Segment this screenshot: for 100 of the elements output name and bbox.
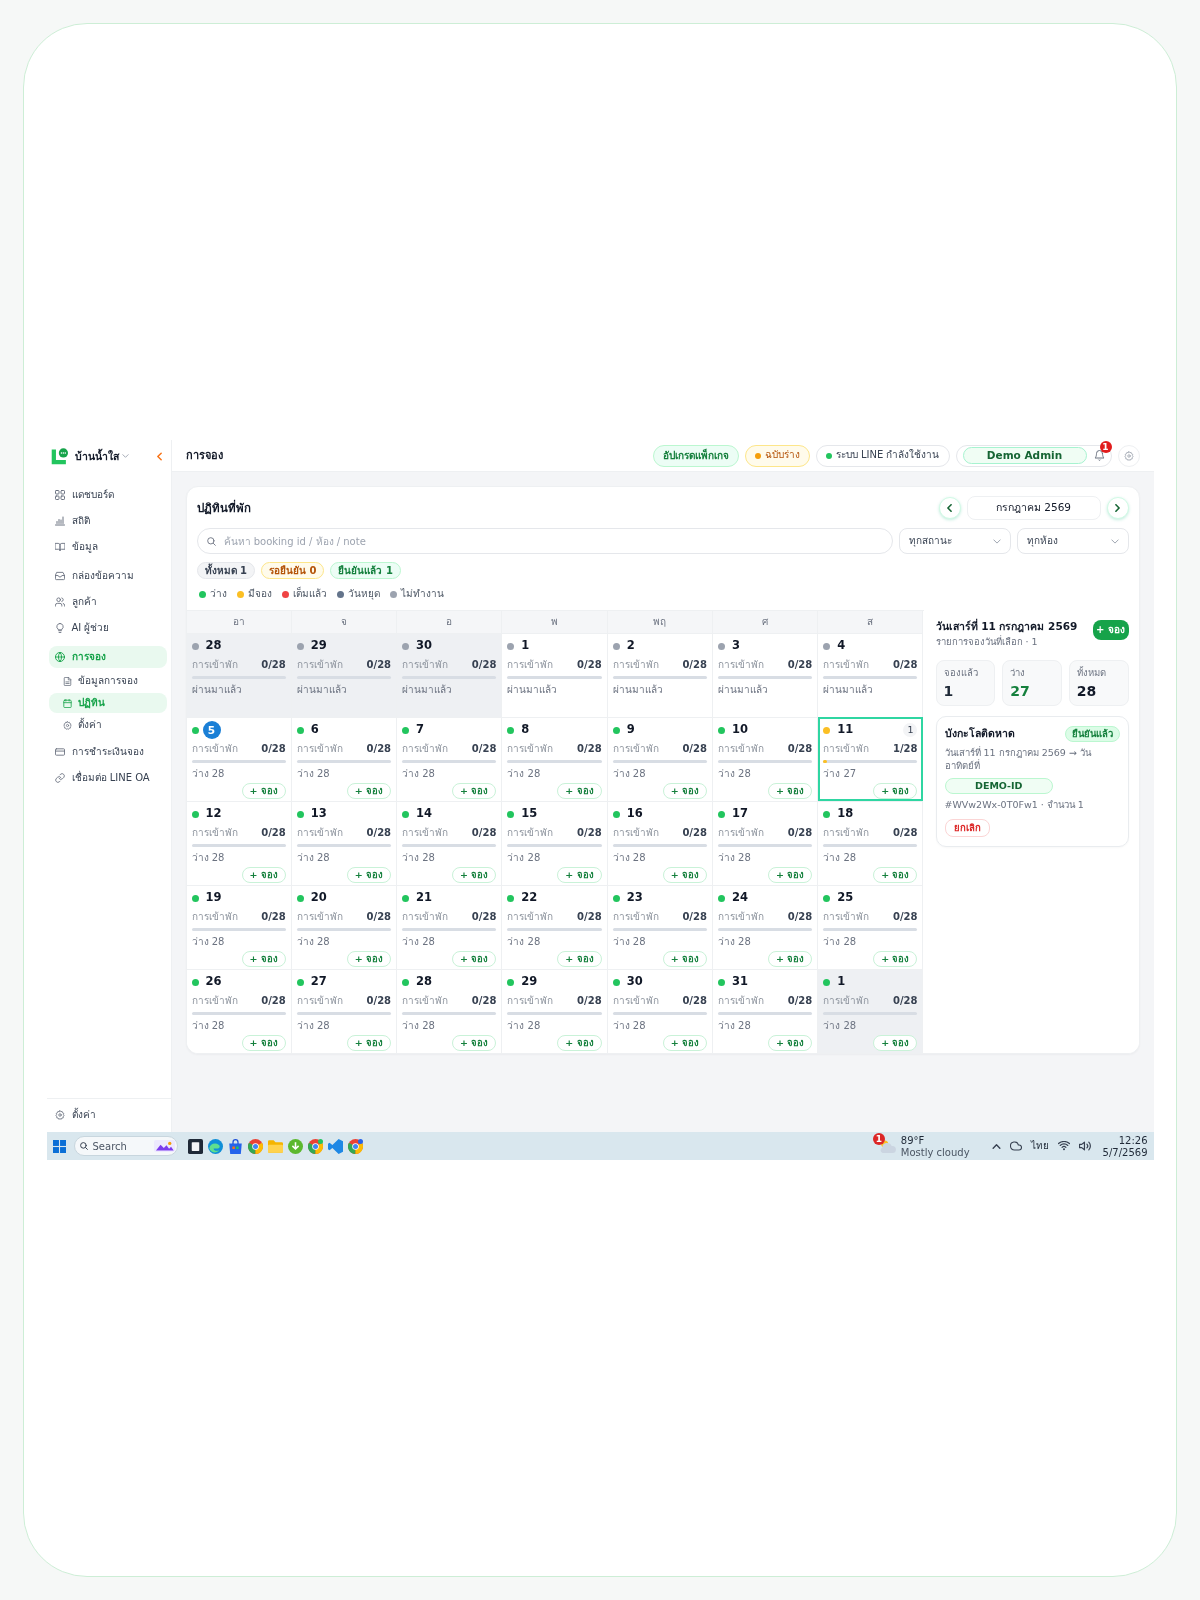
download-icon[interactable] bbox=[287, 1138, 303, 1154]
windows-logo-icon[interactable] bbox=[52, 1139, 66, 1153]
calendar-day-cell[interactable]: 29 การเข้าพัก 0/28 ว่าง 28 + จอง bbox=[502, 969, 608, 1053]
calendar-day-cell[interactable]: 21 การเข้าพัก 0/28 ว่าง 28 + จอง bbox=[397, 885, 503, 969]
calendar-day-cell[interactable]: 30 การเข้าพัก 0/28 ว่าง 28 + จอง bbox=[607, 969, 713, 1053]
sidebar-item[interactable]: ลูกค้า bbox=[48, 591, 167, 613]
calendar-day-cell[interactable]: 13 การเข้าพัก 0/28 ว่าง 28 + จอง bbox=[291, 801, 398, 885]
cloud-icon[interactable] bbox=[1009, 1141, 1022, 1151]
book-button[interactable]: + จอง bbox=[557, 867, 602, 883]
calendar-day-cell[interactable]: 16 การเข้าพัก 0/28 ว่าง 28 + จอง bbox=[607, 801, 713, 885]
book-button[interactable]: + จอง bbox=[767, 867, 813, 883]
calendar-day-cell[interactable]: 17 การเข้าพัก 0/28 ว่าง 28 + จอง bbox=[712, 801, 819, 885]
book-button[interactable]: + จอง bbox=[662, 867, 707, 883]
window-icon[interactable] bbox=[187, 1138, 203, 1154]
upgrade-button[interactable]: อัปเกรดแพ็กเกจ bbox=[652, 444, 739, 467]
calendar-day-cell[interactable]: 9 การเข้าพัก 0/28 ว่าง 28 + จอง bbox=[607, 717, 713, 801]
booking-search-field[interactable]: ค้นหา booking id / ห้อง / note bbox=[196, 528, 893, 554]
book-button[interactable]: + จอง bbox=[873, 951, 918, 967]
calendar-day-cell[interactable]: 1 การเข้าพัก 0/28 ว่าง 28 + จอง bbox=[818, 969, 924, 1053]
sidebar-item[interactable]: การชำระเงินจอง bbox=[48, 741, 167, 763]
calendar-day-cell[interactable]: 18 การเข้าพัก 0/28 ว่าง 28 + จอง bbox=[818, 801, 924, 885]
sidebar-item[interactable]: ตั้งค่า bbox=[48, 1104, 167, 1126]
book-button[interactable]: + จอง bbox=[452, 1035, 497, 1051]
calendar-day-cell[interactable]: 30 การเข้าพัก 0/28 ผ่านมาแล้ว bbox=[397, 633, 503, 717]
language-indicator[interactable]: ไทย bbox=[1030, 1139, 1049, 1153]
calendar-day-cell[interactable]: 28 การเข้าพัก 0/28 ผ่านมาแล้ว bbox=[186, 633, 292, 717]
book-button[interactable]: + จอง bbox=[873, 867, 918, 883]
book-button[interactable]: + จอง bbox=[767, 1035, 813, 1051]
cancel-button[interactable]: ยกเลิก bbox=[944, 818, 990, 837]
browser-icon[interactable] bbox=[307, 1138, 323, 1154]
sidebar-subitem[interactable]: ตั้งค่า bbox=[48, 715, 167, 735]
calendar-day-cell[interactable]: 2 การเข้าพัก 0/28 ผ่านมาแล้ว bbox=[607, 633, 713, 717]
calendar-day-cell[interactable]: 11 1 การเข้าพัก 1/28 ว่าง 27 + จอง bbox=[818, 717, 924, 801]
calendar-day-cell[interactable]: 15 การเข้าพัก 0/28 ว่าง 28 + จอง bbox=[502, 801, 608, 885]
book-button[interactable]: + จอง bbox=[873, 1035, 918, 1051]
previous-month-button[interactable] bbox=[938, 497, 961, 519]
book-button[interactable]: + จอง bbox=[662, 1035, 707, 1051]
sidebar-item[interactable]: กล่องข้อความ bbox=[48, 565, 167, 587]
wifi-icon[interactable] bbox=[1057, 1141, 1070, 1151]
user-name-button[interactable]: Demo Admin bbox=[962, 447, 1087, 464]
book-button[interactable]: + จอง bbox=[873, 783, 918, 799]
calendar-day-cell[interactable]: 3 การเข้าพัก 0/28 ผ่านมาแล้ว bbox=[712, 633, 819, 717]
bell-icon[interactable] bbox=[1093, 450, 1105, 461]
calendar-day-cell[interactable]: 6 การเข้าพัก 0/28 ว่าง 28 + จอง bbox=[291, 717, 398, 801]
calendar-day-cell[interactable]: 25 การเข้าพัก 0/28 ว่าง 28 + จอง bbox=[818, 885, 924, 969]
book-button[interactable]: + จอง bbox=[241, 1035, 286, 1051]
sidebar-item[interactable]: เชื่อมต่อ LINE OA bbox=[48, 767, 167, 789]
calendar-day-cell[interactable]: 24 การเข้าพัก 0/28 ว่าง 28 + จอง bbox=[712, 885, 819, 969]
book-button[interactable]: + จอง bbox=[662, 951, 707, 967]
filter-dropdown[interactable]: ทุกห้อง bbox=[1016, 528, 1129, 554]
book-button[interactable]: + จอง bbox=[452, 783, 497, 799]
book-button[interactable]: + จอง bbox=[241, 951, 286, 967]
book-button[interactable]: + จอง bbox=[346, 867, 392, 883]
calendar-day-cell[interactable]: 19 การเข้าพัก 0/28 ว่าง 28 + จอง bbox=[186, 885, 292, 969]
book-button[interactable]: + จอง bbox=[346, 951, 392, 967]
book-button[interactable]: + จอง bbox=[346, 1035, 392, 1051]
book-button[interactable]: + จอง bbox=[241, 783, 286, 799]
book-button[interactable]: + จอง bbox=[241, 867, 286, 883]
chevron-left-icon[interactable] bbox=[156, 451, 162, 461]
calendar-day-cell[interactable]: 28 การเข้าพัก 0/28 ว่าง 28 + จอง bbox=[397, 969, 503, 1053]
calendar-day-cell[interactable]: 14 การเข้าพัก 0/28 ว่าง 28 + จอง bbox=[397, 801, 503, 885]
sidebar-item[interactable]: AI ผู้ช่วย bbox=[48, 617, 167, 639]
calendar-day-cell[interactable]: 7 การเข้าพัก 0/28 ว่าง 28 + จอง bbox=[397, 717, 503, 801]
calendar-day-cell[interactable]: 10 การเข้าพัก 0/28 ว่าง 28 + จอง bbox=[712, 717, 819, 801]
chevron-up-icon[interactable] bbox=[991, 1143, 1001, 1149]
filter-chip[interactable]: รอยืนยัน 0 bbox=[260, 562, 325, 579]
calendar-day-cell[interactable]: 27 การเข้าพัก 0/28 ว่าง 28 + จอง bbox=[291, 969, 398, 1053]
property-switcher[interactable]: บ้านน้ำใส bbox=[74, 449, 129, 463]
bag-icon[interactable] bbox=[227, 1138, 243, 1154]
calendar-day-cell[interactable]: 4 การเข้าพัก 0/28 ผ่านมาแล้ว bbox=[818, 633, 924, 717]
book-button[interactable]: + จอง bbox=[452, 867, 497, 883]
book-button[interactable]: + จอง bbox=[767, 783, 813, 799]
book-button[interactable]: + จอง bbox=[346, 783, 392, 799]
calendar-day-cell[interactable]: 5 การเข้าพัก 0/28 ว่าง 28 + จอง bbox=[186, 717, 292, 801]
book-button[interactable]: + จอง bbox=[662, 783, 707, 799]
filter-chip[interactable]: ทั้งหมด 1 bbox=[196, 562, 255, 579]
speaker-icon[interactable] bbox=[1078, 1141, 1091, 1151]
calendar-day-cell[interactable]: 22 การเข้าพัก 0/28 ว่าง 28 + จอง bbox=[502, 885, 608, 969]
calendar-day-cell[interactable]: 31 การเข้าพัก 0/28 ว่าง 28 + จอง bbox=[712, 969, 819, 1053]
sidebar-subitem[interactable]: ข้อมูลการจอง bbox=[48, 671, 167, 691]
code-editor-icon[interactable] bbox=[327, 1138, 343, 1154]
calendar-day-cell[interactable]: 26 การเข้าพัก 0/28 ว่าง 28 + จอง bbox=[186, 969, 292, 1053]
calendar-day-cell[interactable]: 29 การเข้าพัก 0/28 ผ่านมาแล้ว bbox=[291, 633, 398, 717]
sidebar-item[interactable]: ข้อมูล bbox=[48, 536, 167, 558]
book-button[interactable]: + จอง bbox=[557, 1035, 602, 1051]
calendar-day-cell[interactable]: 23 การเข้าพัก 0/28 ว่าง 28 + จอง bbox=[607, 885, 713, 969]
calendar-day-cell[interactable]: 8 การเข้าพัก 0/28 ว่าง 28 + จอง bbox=[502, 717, 608, 801]
browser-icon[interactable] bbox=[347, 1138, 363, 1154]
book-button[interactable]: + จอง bbox=[767, 951, 813, 967]
clock-time[interactable]: 12:26 bbox=[1118, 1134, 1148, 1146]
sidebar-item[interactable]: แดชบอร์ด bbox=[48, 484, 167, 506]
book-button[interactable]: + จอง bbox=[452, 951, 497, 967]
sidebar-item[interactable]: สถิติ bbox=[48, 510, 167, 532]
filter-chip[interactable]: ยืนยันแล้ว 1 bbox=[330, 562, 401, 579]
browser-icon[interactable] bbox=[247, 1138, 263, 1154]
calendar-day-cell[interactable]: 12 การเข้าพัก 0/28 ว่าง 28 + จอง bbox=[186, 801, 292, 885]
next-month-button[interactable] bbox=[1106, 497, 1129, 519]
clock-date[interactable]: 5/7/2569 bbox=[1102, 1146, 1148, 1158]
book-button[interactable]: + จอง bbox=[557, 951, 602, 967]
calendar-day-cell[interactable]: 1 การเข้าพัก 0/28 ผ่านมาแล้ว bbox=[502, 633, 608, 717]
